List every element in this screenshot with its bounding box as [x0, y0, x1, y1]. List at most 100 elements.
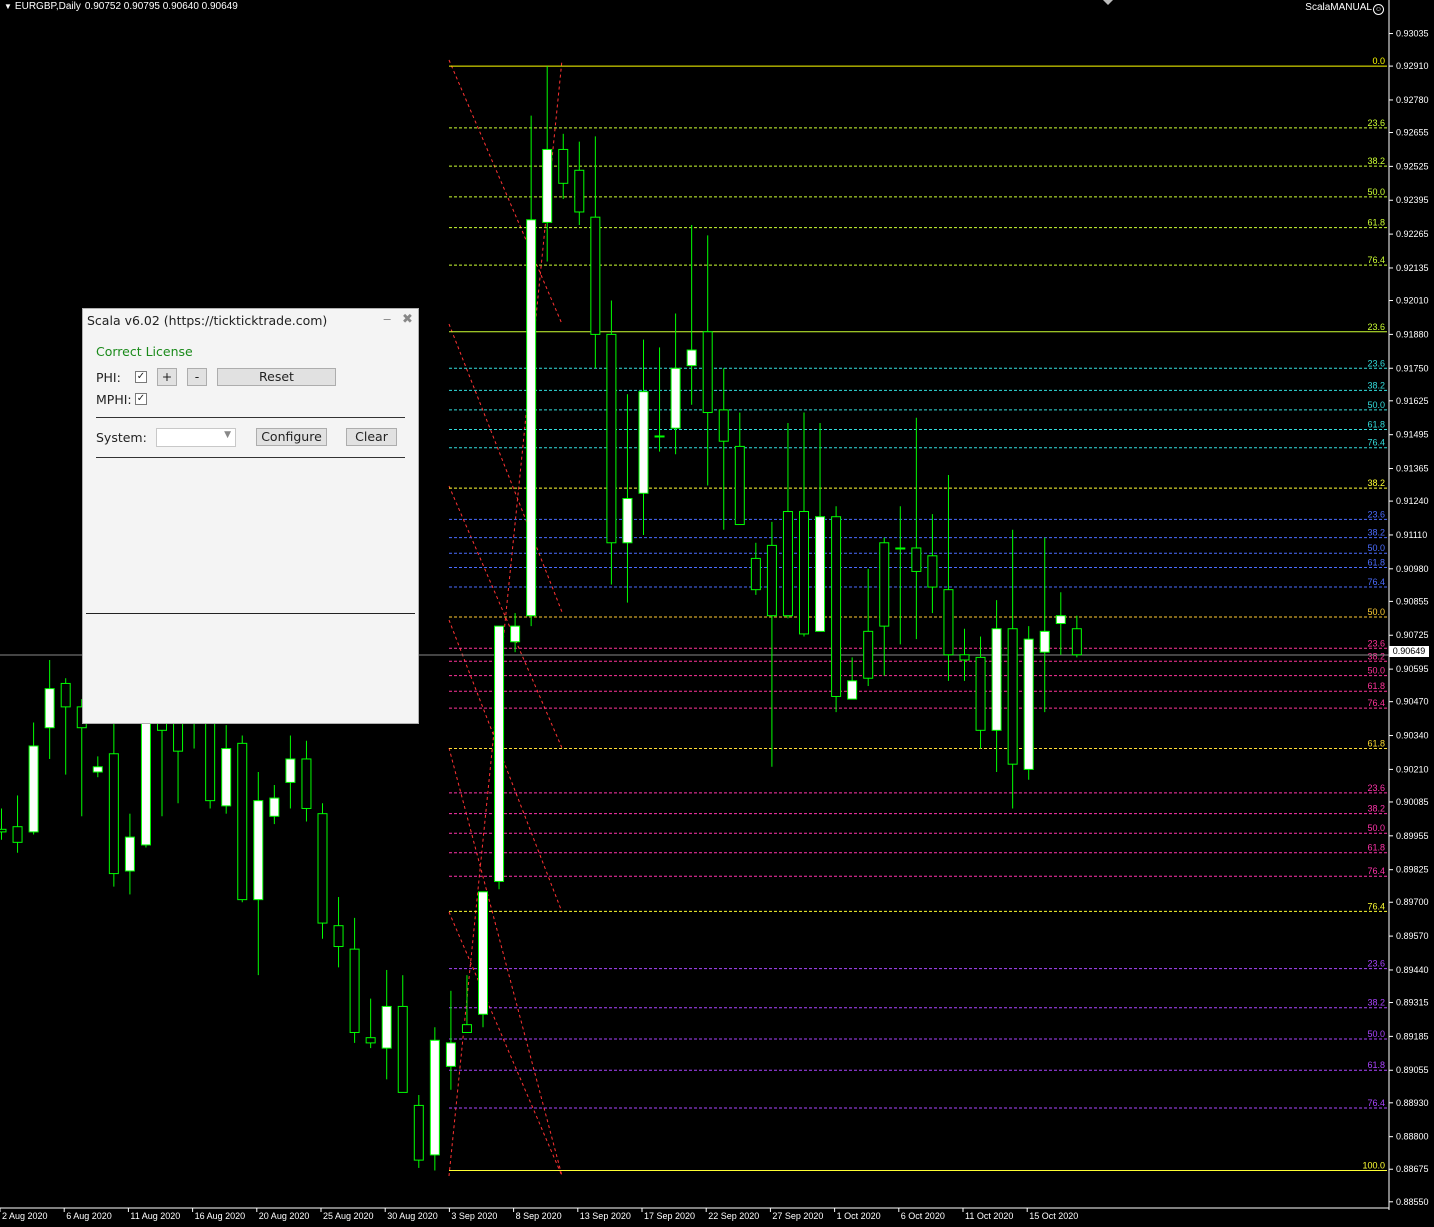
mphi-checkbox[interactable]: ✓ [135, 393, 147, 405]
candle-body [702, 331, 713, 414]
candle-body [718, 409, 729, 442]
price-tick-label: 0.91880 [1396, 329, 1429, 339]
phi-checkbox[interactable]: ✓ [135, 371, 147, 383]
fib-level-label: 100.0 [1362, 1161, 1385, 1171]
price-tick-label: 0.92010 [1396, 296, 1429, 306]
plus-button[interactable]: + [157, 368, 177, 386]
fib-level-label: 76.4 [1367, 255, 1385, 265]
candle [221, 725, 232, 814]
candle [461, 975, 472, 1033]
candle-body [766, 544, 777, 617]
time-tick-label: 27 Sep 2020 [772, 1211, 823, 1221]
price-tick-label: 0.91240 [1396, 496, 1429, 506]
symbol-label: EURGBP,Daily [14, 1, 81, 12]
fib-level-label: 50.0 [1367, 1029, 1385, 1039]
candle [494, 625, 505, 890]
candle [60, 678, 71, 775]
fib-level-label: 50.0 [1367, 823, 1385, 833]
candle-body [365, 1037, 376, 1044]
time-tick-label: 22 Sep 2020 [708, 1211, 759, 1221]
phi-label: PHI: [96, 370, 121, 385]
candle [927, 514, 938, 614]
candle [1055, 592, 1066, 655]
candle [782, 422, 793, 619]
candle-body [1007, 628, 1018, 765]
marker-icon [1103, 0, 1113, 5]
candle-body [606, 333, 617, 544]
smiley-icon: ☺ [1373, 4, 1384, 15]
candle-body [510, 625, 521, 643]
candle-body [991, 628, 1002, 731]
price-tick-label: 0.89185 [1396, 1031, 1429, 1041]
candle-body [269, 797, 280, 817]
candle-body [959, 654, 970, 661]
candle-body [60, 682, 71, 708]
candle-body [124, 836, 135, 872]
time-tick-label: 11 Oct 2020 [965, 1211, 1013, 1221]
time-tick-label: 13 Sep 2020 [580, 1211, 631, 1221]
fib-level-label: 61.8 [1367, 218, 1385, 228]
candle [975, 636, 986, 749]
candle-body [317, 813, 328, 924]
configure-button[interactable]: Configure [256, 428, 327, 446]
candle [911, 417, 922, 640]
candle-body [782, 511, 793, 617]
candle-body [799, 511, 809, 635]
candle [863, 568, 874, 687]
reset-button[interactable]: Reset [217, 368, 336, 386]
price-tick-label: 0.89570 [1396, 931, 1429, 941]
brand-label: ScalaMANUAL ☺ [1305, 2, 1384, 15]
fib-level-label: 23.6 [1367, 118, 1385, 128]
fib-level-label: 76.4 [1367, 577, 1385, 587]
dropdown-triangle-icon[interactable]: ▼ [4, 1, 12, 13]
chevron-down-icon: ▼ [224, 430, 231, 440]
candle [1007, 529, 1018, 809]
minus-button[interactable]: - [187, 368, 207, 386]
candle-body [943, 589, 954, 656]
candle [429, 1027, 440, 1171]
fib-level-label: 23.6 [1367, 358, 1385, 368]
minimize-icon[interactable]: ‒ [383, 312, 391, 327]
price-tick-label: 0.90340 [1396, 731, 1429, 741]
price-tick-label: 0.92265 [1396, 229, 1429, 239]
close-icon[interactable]: ✖ [402, 312, 413, 327]
time-tick-label: 30 Aug 2020 [387, 1211, 438, 1221]
time-tick-label: 20 Aug 2020 [259, 1211, 310, 1221]
candle-body [253, 800, 264, 901]
panel-title: Scala v6.02 (https://tickticktrade.com) [87, 313, 328, 328]
candle [558, 133, 569, 199]
candle-body [1071, 628, 1082, 656]
candle-body [461, 1024, 472, 1033]
candle [622, 394, 633, 603]
candle-body [815, 516, 826, 632]
candle-body [542, 148, 553, 223]
fib-level-label: 76.4 [1367, 438, 1385, 448]
candle-body [526, 219, 537, 617]
candle-body [1055, 615, 1066, 625]
candle [847, 657, 858, 700]
candle-body [911, 547, 922, 572]
candle [590, 136, 601, 369]
price-tick-label: 0.90210 [1396, 764, 1429, 774]
candle [606, 300, 617, 585]
price-tick-label: 0.91495 [1396, 430, 1429, 440]
fib-level-label: 0.0 [1372, 56, 1385, 66]
ohlc-values: 0.90752 0.90795 0.90640 0.90649 [84, 1, 238, 12]
candle-body [895, 547, 906, 550]
price-tick-label: 0.91110 [1396, 530, 1427, 540]
candle-body [429, 1039, 440, 1156]
fib-level-label: 50.0 [1367, 400, 1385, 410]
candle-body [750, 557, 761, 591]
fib-diagonal [448, 323, 563, 613]
clear-button[interactable]: Clear [346, 428, 397, 446]
candle-body [670, 367, 681, 429]
divider [96, 457, 405, 458]
candle-body [847, 680, 858, 700]
system-select[interactable]: ▼ [156, 428, 236, 447]
fib-level-label: 38.2 [1367, 528, 1385, 538]
candle-body [28, 745, 39, 833]
divider [86, 613, 415, 614]
fib-level-label: 76.4 [1367, 866, 1385, 876]
price-tick-label: 0.89055 [1396, 1065, 1429, 1075]
price-tick-label: 0.89315 [1396, 998, 1429, 1008]
